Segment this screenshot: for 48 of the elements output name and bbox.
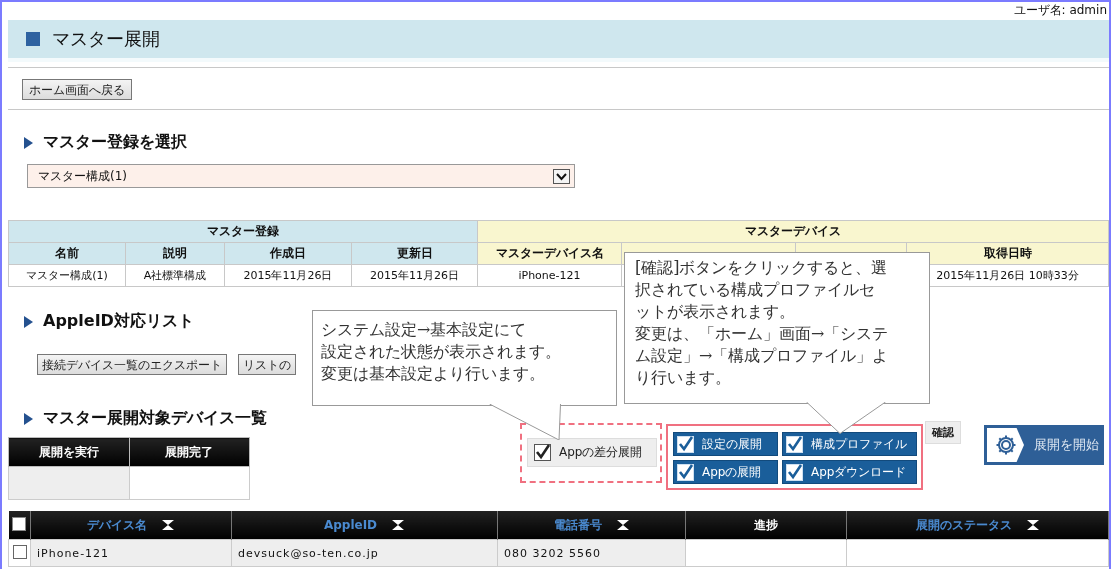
table-cell: devsuck@so-ten.co.jp <box>231 539 498 567</box>
column-header[interactable]: デバイス名 <box>30 511 232 540</box>
settings-icon <box>994 434 1017 456</box>
select-all-checkbox[interactable] <box>12 516 27 531</box>
section-arrow-icon <box>23 411 34 426</box>
option-checkbox[interactable]: 構成プロファイル <box>782 432 917 456</box>
user-name-label: ユーザ名: admin <box>1013 2 1107 18</box>
table-cell: 2015年11月26日 <box>224 264 352 287</box>
group-header: マスターデバイス <box>477 220 1109 243</box>
sort-icon[interactable] <box>391 519 406 531</box>
sort-icon[interactable] <box>1025 519 1040 531</box>
column-header[interactable]: 展開のステータス <box>846 511 1109 540</box>
confirm-button[interactable]: 確認 <box>925 421 961 444</box>
option-checkbox[interactable]: 設定の展開 <box>673 432 778 456</box>
callout-pointer <box>489 404 561 440</box>
option-checkbox[interactable]: Appの展開 <box>673 460 778 484</box>
start-button[interactable]: 展開を開始 <box>984 425 1104 465</box>
action-button[interactable]: 接続デバイス一覧のエクスポート <box>37 354 227 375</box>
sort-icon[interactable] <box>615 519 630 531</box>
back-button[interactable]: ホーム画面へ戻る <box>22 79 132 100</box>
section-arrow-icon <box>23 135 34 150</box>
diff-deploy-checkbox[interactable]: Appの差分展開 <box>527 438 657 467</box>
section-heading: マスター展開対象デバイス一覧 <box>43 408 267 429</box>
group-header: マスター登録 <box>8 220 478 243</box>
column-header: 名前 <box>8 242 126 265</box>
table-cell: A社標準構成 <box>125 264 225 287</box>
table-cell: iPhone-121 <box>30 539 232 567</box>
table-cell: iPhone-121 <box>477 264 622 287</box>
square-icon <box>26 32 40 46</box>
column-header: 進捗 <box>685 511 847 540</box>
column-header[interactable]: 電話番号 <box>497 511 686 540</box>
option-checkbox[interactable]: Appダウンロード <box>782 460 917 484</box>
dropdown-icon <box>553 168 570 184</box>
column-header: 展開完了 <box>129 437 250 467</box>
table-cell: 2015年11月26日 <box>351 264 478 287</box>
section-heading: マスター登録を選択 <box>43 132 187 153</box>
row-checkbox[interactable] <box>12 544 27 559</box>
column-header: 展開を実行 <box>8 437 129 467</box>
column-header[interactable]: AppleID <box>231 511 498 540</box>
table-cell: マスター構成(1) <box>8 264 126 287</box>
section-arrow-icon <box>23 314 34 329</box>
page-title: マスター展開 <box>52 27 160 51</box>
table-cell: 080 3202 5560 <box>497 539 686 567</box>
sort-icon[interactable] <box>161 519 175 531</box>
section-heading: AppleID対応リスト <box>43 311 194 332</box>
column-header: マスターデバイス名 <box>477 242 622 265</box>
select-field[interactable]: マスター構成(1) <box>27 164 575 188</box>
action-button[interactable]: リストの <box>238 354 296 375</box>
